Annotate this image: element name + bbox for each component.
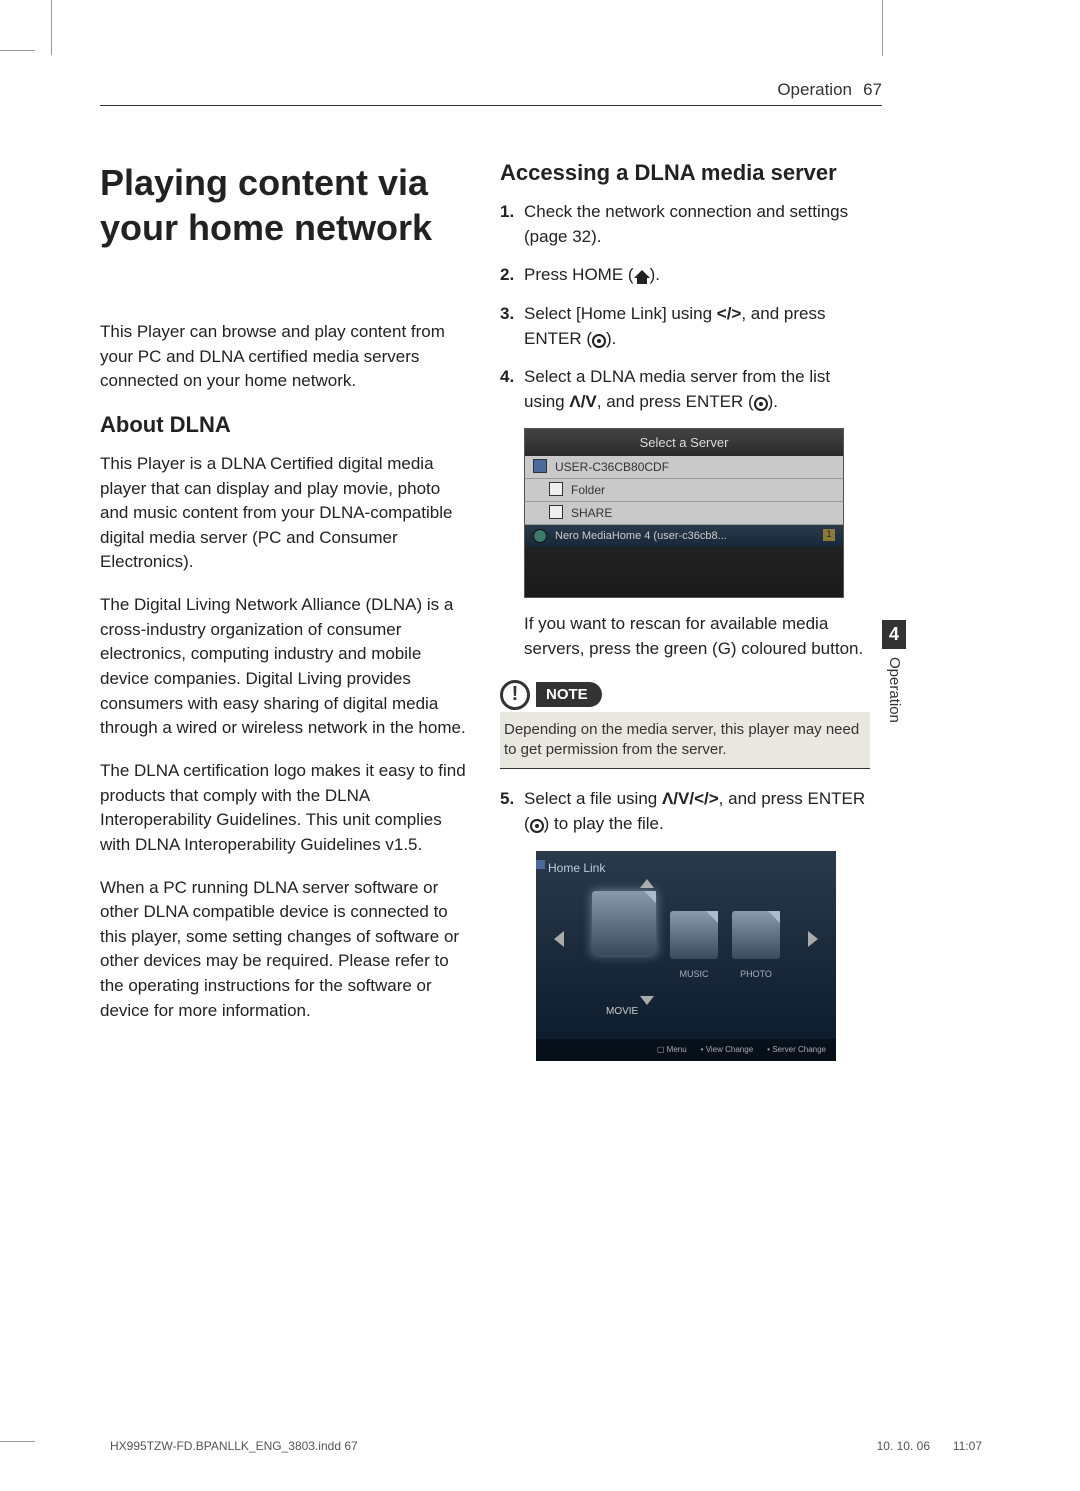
side-tab-label: Operation [882,649,907,731]
label-photo: PHOTO [732,969,780,979]
arrow-up-icon [640,879,654,888]
server-select-screenshot: Select a Server USER-C36CB80CDF Folder S… [524,428,844,598]
server-row-share: SHARE [525,502,843,525]
step-4: 4.Select a DLNA media server from the li… [500,365,870,414]
header-divider [100,105,882,106]
step-3: 3.Select [Home Link] using </>, and pres… [500,302,870,351]
arrow-left-icon [554,931,564,947]
server-row-folder: Folder [525,479,843,502]
thumb-selected [592,891,656,955]
footer-filename: HX995TZW-FD.BPANLLK_ENG_3803.indd 67 [110,1439,358,1453]
home-icon [634,270,650,278]
arrow-down-icon [640,996,654,1005]
about-dlna-p1: This Player is a DLNA Certified digital … [100,452,470,575]
about-dlna-p2: The Digital Living Network Alliance (DLN… [100,593,470,741]
arrow-right-icon [808,931,818,947]
side-tab-number: 4 [882,620,906,649]
server-row-nero: Nero MediaHome 4 (user-c36cb8...1 [525,525,843,547]
header-section-label: Operation [777,80,852,100]
about-dlna-p4: When a PC running DLNA server software o… [100,876,470,1024]
enter-icon [592,334,606,348]
note-bang-icon: ! [500,680,530,710]
note-header: ! NOTE [500,680,870,710]
note-label: NOTE [536,682,602,707]
footer-date: 10. 10. 06 [877,1439,930,1453]
about-dlna-heading: About DLNA [100,412,470,438]
about-dlna-p3: The DLNA certification logo makes it eas… [100,759,470,858]
enter-icon [530,819,544,833]
accessing-dlna-heading: Accessing a DLNA media server [500,160,870,186]
step-4-after: If you want to rescan for available medi… [500,612,870,661]
main-title: Playing content via your home network [100,160,470,250]
enter-icon [754,397,768,411]
thumb-music [670,911,718,959]
intro-paragraph: This Player can browse and play content … [100,320,470,394]
step-5: 5.Select a file using Λ/V/</>, and press… [500,787,870,836]
note-body: Depending on the media server, this play… [500,712,870,770]
header-page-number: 67 [863,80,882,100]
home-footer-server: • Server Change [767,1045,826,1054]
home-footer-view: • View Change [701,1045,753,1054]
label-music: MUSIC [670,969,718,979]
home-link-screenshot: Home Link MUSIC PHOTO MOVIE ▢ Menu • Vie… [536,851,836,1061]
step-1: 1.Check the network connection and setti… [500,200,870,249]
server-row-user: USER-C36CB80CDF [525,456,843,479]
thumb-photo [732,911,780,959]
step-2: 2.Press HOME (). [500,263,870,288]
label-movie: MOVIE [606,1006,638,1017]
home-link-title: Home Link [548,861,605,875]
footer-time: 11:07 [953,1439,982,1453]
server-title: Select a Server [525,429,843,456]
home-footer-menu: ▢ Menu [657,1045,687,1054]
